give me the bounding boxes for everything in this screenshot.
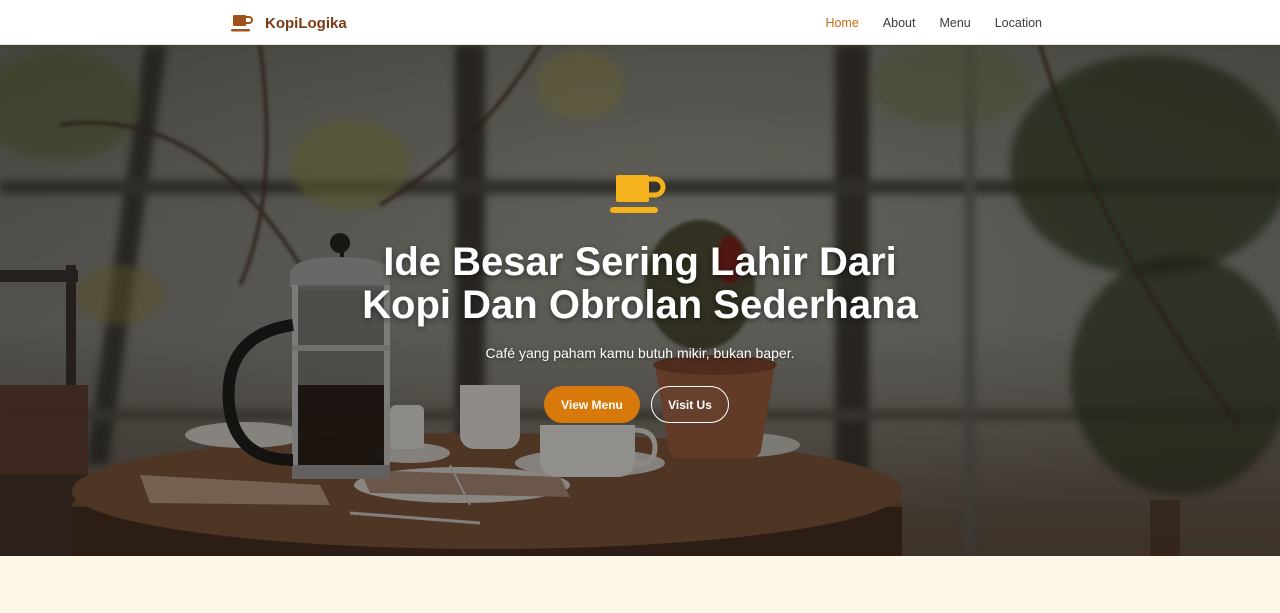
hero-title: Ide Besar Sering Lahir Dari Kopi Dan Obr… xyxy=(240,241,1040,327)
next-section xyxy=(0,556,1280,613)
coffee-cup-icon xyxy=(231,15,253,32)
nav-link-location[interactable]: Location xyxy=(995,16,1042,30)
brand-name: KopiLogika xyxy=(265,14,347,32)
hero-title-line-2: Kopi Dan Obrolan Sederhana xyxy=(362,283,918,327)
hero-subtitle: Café yang paham kamu butuh mikir, bukan … xyxy=(485,345,795,361)
hero-content: Ide Besar Sering Lahir Dari Kopi Dan Obr… xyxy=(0,45,1280,556)
view-menu-button[interactable]: View Menu xyxy=(544,386,640,423)
hero-title-line-1: Ide Besar Sering Lahir Dari xyxy=(383,240,897,284)
nav-link-menu[interactable]: Menu xyxy=(939,16,970,30)
navbar: KopiLogika Home About Menu Location xyxy=(0,0,1280,45)
brand-logo-link[interactable]: KopiLogika xyxy=(231,12,347,34)
nav-links: Home About Menu Location xyxy=(801,0,1042,45)
coffee-cup-icon xyxy=(610,175,666,213)
visit-us-button[interactable]: Visit Us xyxy=(651,386,729,423)
nav-link-home[interactable]: Home xyxy=(825,16,858,30)
hero-section: Ide Besar Sering Lahir Dari Kopi Dan Obr… xyxy=(0,45,1280,556)
nav-link-about[interactable]: About xyxy=(883,16,916,30)
